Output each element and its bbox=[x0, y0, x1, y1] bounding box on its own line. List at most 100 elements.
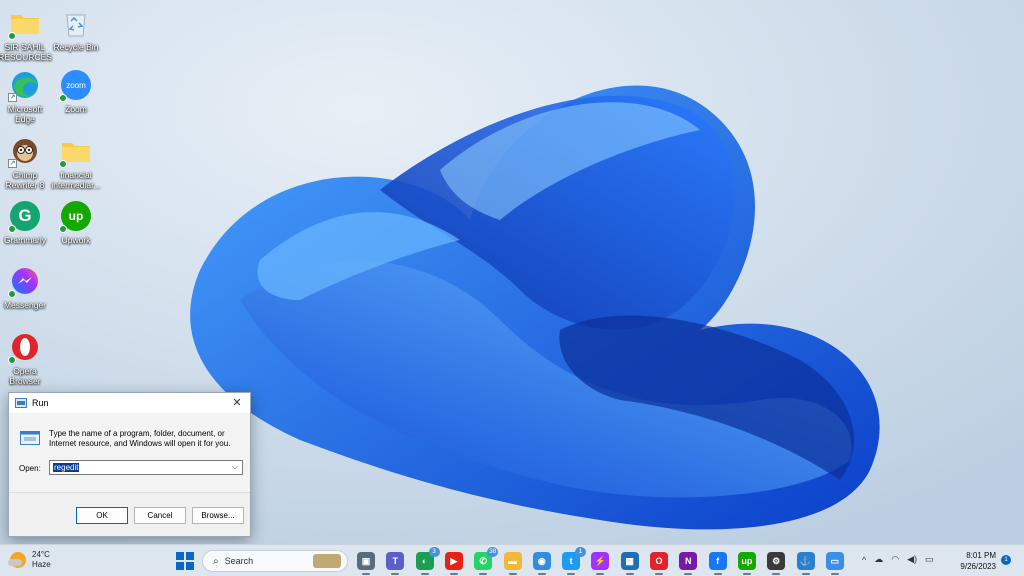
synced-check-icon bbox=[8, 356, 16, 364]
taskbar-app-facebook[interactable]: f bbox=[708, 552, 727, 575]
running-indicator bbox=[537, 573, 546, 575]
taskbar-app-file-explorer[interactable]: ▬ bbox=[503, 552, 522, 575]
running-indicator bbox=[742, 573, 751, 575]
running-indicator bbox=[479, 573, 488, 575]
file-explorer-icon: ▬ bbox=[508, 556, 517, 566]
desktop-icon-upwork[interactable]: up Upwork bbox=[48, 199, 104, 245]
cancel-button[interactable]: Cancel bbox=[134, 507, 186, 524]
desktop-icon-label: Chimp Rewriter 8 bbox=[5, 170, 45, 190]
whatsapp-icon: ✆ bbox=[479, 555, 487, 566]
synced-check-icon bbox=[8, 32, 16, 40]
desktop-icon-label: Recycle Bin bbox=[53, 42, 99, 52]
running-indicator bbox=[684, 573, 693, 575]
synced-check-icon bbox=[59, 225, 67, 233]
desktop-icon-sir-sahil-resources[interactable]: SIR SAHIL RESOURCES bbox=[0, 6, 53, 62]
windows-logo-icon bbox=[176, 552, 184, 560]
run-titlebar[interactable]: Run ✕ bbox=[9, 393, 250, 413]
desktop-icon-label: SIR SAHIL RESOURCES bbox=[0, 42, 52, 62]
notification-badge[interactable]: 1 bbox=[1001, 555, 1011, 565]
desktop-icon-chimp-rewriter[interactable]: ↗ Chimp Rewriter 8 bbox=[0, 134, 53, 190]
taskbar-app-run[interactable]: ▭ bbox=[825, 552, 844, 575]
opera-icon: O bbox=[655, 556, 663, 566]
taskbar-app-chrome-profile[interactable]: ◐ 3 bbox=[415, 547, 440, 575]
battery-icon[interactable]: ▭ bbox=[925, 554, 934, 565]
taskbar-app-task-view[interactable]: ▣ bbox=[357, 552, 375, 575]
wifi-icon[interactable]: ◠ bbox=[891, 554, 899, 565]
desktop-icon-financial-intermediary[interactable]: financial intermediar... bbox=[48, 134, 104, 190]
desktop-icon-grammarly[interactable]: G Grammarly bbox=[0, 199, 53, 245]
taskbar-search[interactable]: ⌕ Search bbox=[202, 550, 348, 572]
run-footer: OK Cancel Browse... bbox=[9, 492, 250, 536]
taskbar-app-onenote[interactable]: N bbox=[679, 552, 698, 575]
taskbar-app-youtube[interactable]: ▶ bbox=[444, 552, 463, 575]
taskbar: 24°C Haze ⌕ Search ▣ T ◐ 3 ▶ ✆ 38 ▬ ◉ t 1 ⚡ ▦ O Nf up ⚙ ⚓… bbox=[0, 544, 1024, 576]
chrome-icon: ◉ bbox=[537, 555, 546, 566]
weather-widget[interactable]: 24°C Haze bbox=[8, 550, 51, 570]
zoom-icon: zoom bbox=[59, 68, 93, 102]
edge-icon: ↗ bbox=[8, 68, 42, 102]
run-description: Type the name of a program, folder, docu… bbox=[49, 429, 231, 448]
taskbar-app-store[interactable]: ▦ bbox=[620, 552, 639, 575]
close-button[interactable]: ✕ bbox=[230, 396, 244, 409]
synced-check-icon bbox=[8, 290, 16, 298]
chevron-down-icon[interactable]: ⌵ bbox=[232, 462, 238, 472]
clock[interactable]: 8:01 PM 9/26/2023 bbox=[952, 550, 996, 572]
ok-button[interactable]: OK bbox=[76, 507, 128, 524]
volume-icon[interactable]: ◀) bbox=[907, 554, 917, 565]
running-indicator bbox=[567, 573, 576, 575]
synced-check-icon bbox=[59, 94, 67, 102]
chimp-icon: ↗ bbox=[8, 134, 42, 168]
taskbar-app-twitter[interactable]: t1 bbox=[562, 547, 587, 575]
desktop-icon-label: financial intermediar... bbox=[51, 170, 101, 190]
clock-time: 8:01 PM bbox=[966, 551, 996, 560]
taskbar-app-messenger[interactable]: ⚡ bbox=[591, 552, 610, 575]
running-indicator bbox=[713, 573, 722, 575]
folder-icon bbox=[59, 134, 93, 168]
taskbar-app-upwork[interactable]: up bbox=[737, 552, 756, 575]
desktop-icon-label: Zoom bbox=[65, 104, 87, 114]
run-body: Type the name of a program, folder, docu… bbox=[9, 413, 250, 493]
weather-desc: Haze bbox=[32, 560, 51, 569]
running-indicator bbox=[508, 573, 517, 575]
desktop-icon-opera-browser[interactable]: Opera Browser bbox=[0, 330, 53, 386]
clock-date: 9/26/2023 bbox=[960, 562, 996, 571]
desktop-icon-label: Messenger bbox=[3, 300, 47, 310]
network-tool-icon: ⚓ bbox=[799, 555, 812, 566]
shortcut-arrow-icon: ↗ bbox=[8, 93, 17, 102]
synced-check-icon bbox=[8, 225, 16, 233]
grammarly-icon: G bbox=[8, 199, 42, 233]
search-icon: ⌕ bbox=[213, 555, 219, 567]
search-highlight-image bbox=[313, 554, 341, 568]
taskbar-app-settings[interactable]: ⚙ bbox=[767, 552, 786, 575]
desktop-icon-label: Opera Browser bbox=[9, 366, 41, 386]
running-indicator bbox=[449, 573, 458, 575]
facebook-icon: f bbox=[716, 556, 720, 566]
taskbar-app-opera[interactable]: O bbox=[650, 552, 668, 575]
desktop-icon-zoom[interactable]: zoom Zoom bbox=[48, 68, 104, 114]
system-tray: ^ ☁ ◠ ◀) ▭ bbox=[862, 554, 934, 565]
running-indicator bbox=[625, 573, 634, 575]
store-icon: ▦ bbox=[625, 555, 634, 566]
browse-button[interactable]: Browse... bbox=[192, 507, 244, 524]
chrome-profile-icon: ◐ bbox=[421, 556, 428, 566]
desktop-icon-messenger[interactable]: Messenger bbox=[0, 264, 53, 310]
tray-overflow-chevron-icon[interactable]: ^ bbox=[862, 555, 866, 565]
recycle-bin-icon bbox=[59, 6, 93, 40]
taskbar-app-teams-chat[interactable]: T bbox=[386, 552, 405, 575]
desktop-icon-recycle-bin[interactable]: Recycle Bin bbox=[48, 6, 104, 52]
upwork-icon: up bbox=[59, 199, 93, 233]
app-badge: 38 bbox=[487, 547, 499, 557]
run-title: Run bbox=[32, 398, 49, 408]
onedrive-cloud-icon[interactable]: ☁ bbox=[874, 554, 883, 565]
run-program-icon bbox=[20, 431, 40, 445]
open-input-value: regedit bbox=[53, 463, 80, 472]
taskbar-app-chrome[interactable]: ◉ bbox=[532, 552, 551, 575]
onenote-icon: N bbox=[685, 556, 692, 566]
start-button[interactable] bbox=[176, 552, 194, 570]
open-label: Open: bbox=[19, 464, 41, 473]
taskbar-app-network-tool[interactable]: ⚓ bbox=[796, 552, 815, 575]
taskbar-app-whatsapp[interactable]: ✆ 38 bbox=[474, 547, 499, 575]
open-input[interactable]: regedit ⌵ bbox=[49, 460, 243, 475]
desktop-icon-microsoft-edge[interactable]: ↗ Microsoft Edge bbox=[0, 68, 53, 124]
app-badge: 1 bbox=[575, 547, 587, 557]
